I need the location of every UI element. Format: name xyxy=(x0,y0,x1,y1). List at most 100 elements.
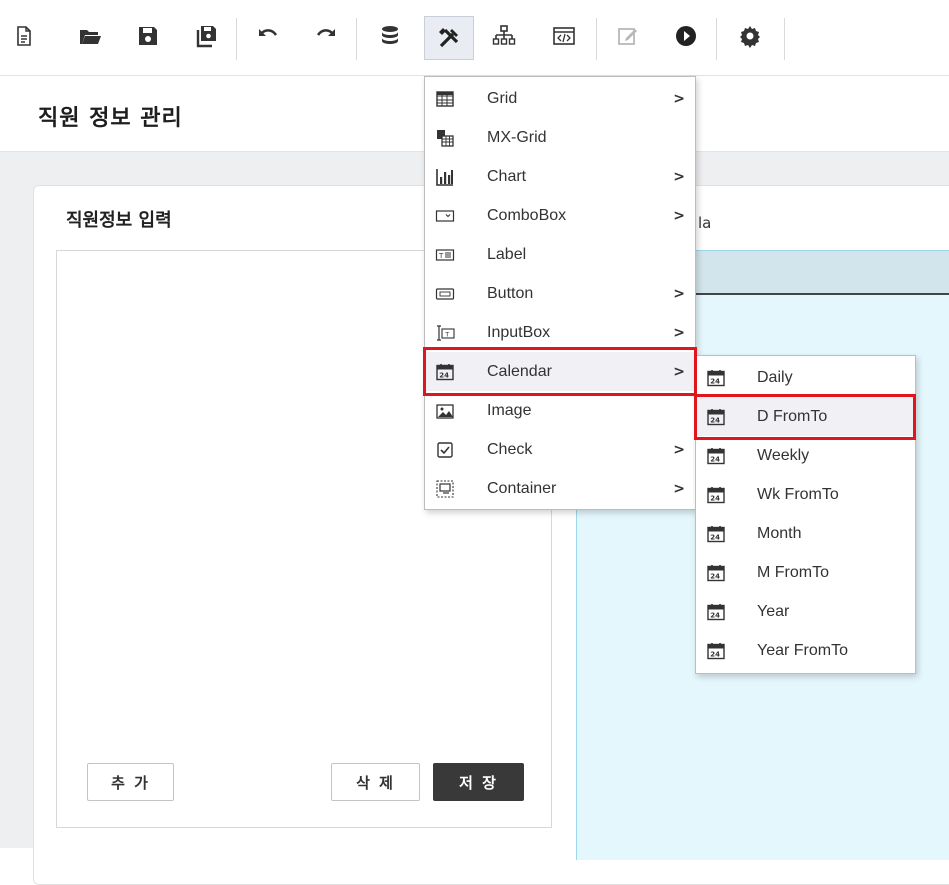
calendar-icon: 24 xyxy=(706,602,726,622)
svg-text:24: 24 xyxy=(710,495,720,503)
submenu-item-label: Daily xyxy=(757,368,793,386)
image-icon xyxy=(435,401,455,421)
menu-item-label: Grid xyxy=(487,89,518,107)
menu-item-calendar[interactable]: 24 Calendar > xyxy=(425,352,695,391)
chevron-right-icon: > xyxy=(673,168,685,185)
chevron-right-icon: > xyxy=(673,480,685,497)
submenu-item-wk-fromto[interactable]: 24 Wk FromTo xyxy=(696,475,915,514)
component-menu: Grid > MX-Grid Chart > ComboBox > T Labe… xyxy=(424,76,696,510)
svg-text:24: 24 xyxy=(710,417,720,425)
menu-item-container[interactable]: Container > xyxy=(425,469,695,508)
new-file-icon xyxy=(17,26,31,46)
save-all-button[interactable] xyxy=(190,18,222,54)
menu-item-combobox[interactable]: ComboBox > xyxy=(425,196,695,235)
undo-icon xyxy=(259,29,278,36)
edit-icon xyxy=(618,28,637,45)
calendar-icon: 24 xyxy=(435,362,455,382)
submenu-item-month[interactable]: 24 Month xyxy=(696,514,915,553)
menu-item-chart[interactable]: Chart > xyxy=(425,157,695,196)
calendar-icon: 24 xyxy=(706,407,726,427)
inputbox-icon: T xyxy=(435,323,455,343)
submenu-item-year-fromto[interactable]: 24 Year FromTo xyxy=(696,631,915,670)
page-title: 직원 정보 관리 xyxy=(38,106,183,131)
gear-icon xyxy=(740,26,760,48)
label-icon: T xyxy=(435,245,455,265)
code-button[interactable] xyxy=(548,18,580,54)
chevron-right-icon: > xyxy=(673,285,685,302)
menu-item-label: Calendar xyxy=(487,362,552,380)
redo-button[interactable] xyxy=(310,18,342,54)
menu-item-label: InputBox xyxy=(487,323,551,341)
calendar-icon: 24 xyxy=(706,446,726,466)
grid-label: la xyxy=(698,214,712,232)
menu-item-grid[interactable]: Grid > xyxy=(425,79,695,118)
code-icon xyxy=(553,27,575,45)
chevron-right-icon: > xyxy=(673,441,685,458)
menu-item-mx-grid[interactable]: MX-Grid xyxy=(425,118,695,157)
submenu-item-label: Wk FromTo xyxy=(757,485,839,503)
chart-icon xyxy=(435,167,455,187)
menu-item-label: Image xyxy=(487,401,532,419)
menu-item-label: ComboBox xyxy=(487,206,567,224)
submenu-item-label: Month xyxy=(757,524,802,542)
redo-icon xyxy=(316,29,335,36)
toolbar xyxy=(0,0,949,76)
grid-icon xyxy=(435,89,455,109)
menu-item-image[interactable]: Image xyxy=(425,391,695,430)
calendar-icon: 24 xyxy=(706,641,726,661)
edit-button[interactable] xyxy=(612,18,644,54)
menu-item-button[interactable]: Button > xyxy=(425,274,695,313)
menu-item-inputbox[interactable]: T InputBox > xyxy=(425,313,695,352)
hierarchy-icon xyxy=(492,25,516,45)
submenu-item-year[interactable]: 24 Year xyxy=(696,592,915,631)
tools-icon xyxy=(439,28,459,48)
submenu-item-m-fromto[interactable]: 24 M FromTo xyxy=(696,553,915,592)
submenu-item-label: Weekly xyxy=(757,446,810,464)
calendar-icon: 24 xyxy=(706,563,726,583)
svg-text:T: T xyxy=(438,252,444,260)
combobox-icon xyxy=(435,206,455,226)
submenu-item-label: D FromTo xyxy=(757,407,828,425)
menu-item-label: Label xyxy=(487,245,527,263)
open-folder-button[interactable] xyxy=(74,18,106,54)
menu-item-label: Container xyxy=(487,479,557,497)
submenu-item-label: Year xyxy=(757,602,790,620)
submenu-item-weekly[interactable]: 24 Weekly xyxy=(696,436,915,475)
submenu-item-d-fromto[interactable]: 24 D FromTo xyxy=(696,397,915,436)
calendar-icon: 24 xyxy=(706,368,726,388)
add-button[interactable]: 추 가 xyxy=(87,763,174,801)
svg-text:24: 24 xyxy=(710,456,720,464)
new-file-button[interactable] xyxy=(8,18,40,54)
calendar-icon: 24 xyxy=(706,524,726,544)
tools-button[interactable] xyxy=(424,16,474,60)
save-all-icon xyxy=(196,26,216,48)
undo-button[interactable] xyxy=(252,18,284,54)
menu-item-label: Check xyxy=(487,440,533,458)
save-data-button[interactable]: 저 장 xyxy=(433,763,524,801)
button-icon xyxy=(435,284,455,304)
menu-item-label: Button xyxy=(487,284,534,302)
delete-button[interactable]: 삭 제 xyxy=(331,763,420,801)
svg-text:24: 24 xyxy=(710,573,720,581)
play-icon xyxy=(676,26,696,46)
menu-item-label-component[interactable]: T Label xyxy=(425,235,695,274)
submenu-item-daily[interactable]: 24 Daily xyxy=(696,358,915,397)
play-button[interactable] xyxy=(670,18,702,54)
chevron-right-icon: > xyxy=(673,90,685,107)
save-button[interactable] xyxy=(132,18,164,54)
chevron-right-icon: > xyxy=(673,363,685,380)
svg-text:24: 24 xyxy=(439,372,449,380)
mx-grid-icon xyxy=(435,128,455,148)
svg-text:24: 24 xyxy=(710,612,720,620)
check-icon xyxy=(435,440,455,460)
menu-item-check[interactable]: Check > xyxy=(425,430,695,469)
calendar-icon: 24 xyxy=(706,485,726,505)
settings-button[interactable] xyxy=(734,18,766,54)
hierarchy-button[interactable] xyxy=(488,18,520,54)
save-icon xyxy=(139,27,157,45)
svg-text:24: 24 xyxy=(710,378,720,386)
open-folder-icon xyxy=(80,30,101,44)
database-icon xyxy=(382,26,398,44)
section-title: 직원정보 입력 xyxy=(66,210,172,231)
database-button[interactable] xyxy=(374,18,406,54)
